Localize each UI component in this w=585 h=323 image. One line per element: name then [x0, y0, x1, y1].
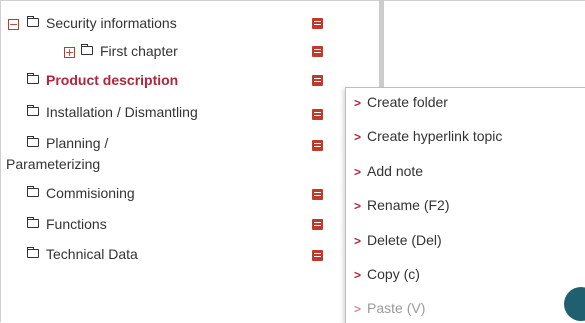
topic-tree: − Security informations + First chapter …: [0, 0, 376, 322]
menu-item-create-hyperlink-topic[interactable]: > Create hyperlink topic: [354, 126, 502, 146]
chevron-right-icon: >: [354, 96, 362, 110]
content-pane: [384, 0, 585, 90]
tree-item-label: Technical Data: [46, 246, 138, 262]
folder-icon: [81, 44, 93, 55]
chevron-right-icon: >: [354, 302, 362, 316]
menu-item-rename[interactable]: > Rename (F2): [354, 195, 449, 215]
tree-item-label: Planning /: [46, 135, 109, 151]
menu-item-delete[interactable]: > Delete (Del): [354, 230, 442, 250]
item-menu-icon[interactable]: [312, 219, 323, 230]
chevron-right-icon: >: [354, 234, 362, 248]
item-menu-icon[interactable]: [312, 18, 323, 29]
item-menu-icon[interactable]: [312, 189, 323, 200]
collapse-icon[interactable]: −: [8, 19, 19, 30]
chevron-right-icon: >: [354, 199, 362, 213]
menu-item-create-folder[interactable]: > Create folder: [354, 92, 448, 112]
tree-item-label: Product description: [46, 72, 179, 88]
tree-item-installation-dismantling[interactable]: Installation / Dismantling: [6, 102, 336, 122]
chevron-right-icon: >: [354, 268, 362, 282]
tree-item-product-description[interactable]: Product description: [6, 70, 336, 90]
tree-item-security-informations[interactable]: − Security informations: [6, 13, 336, 33]
tree-item-technical-data[interactable]: Technical Data: [6, 244, 336, 264]
item-menu-icon[interactable]: [312, 46, 323, 57]
tree-item-label: First chapter: [100, 43, 178, 59]
item-menu-icon[interactable]: [312, 140, 323, 151]
tree-item-label: Security informations: [46, 15, 177, 31]
tree-item-label: Commisioning: [46, 185, 135, 201]
menu-item-copy[interactable]: > Copy (c): [354, 264, 420, 284]
item-menu-icon[interactable]: [312, 75, 323, 86]
chevron-right-icon: >: [354, 165, 362, 179]
menu-item-label: Create folder: [367, 94, 448, 110]
tree-item-label-line2: Parameterizing: [6, 156, 101, 172]
menu-item-label: Delete (Del): [367, 232, 442, 248]
context-menu: > Create folder > Create hyperlink topic >…: [345, 87, 585, 323]
menu-item-label: Rename (F2): [367, 197, 450, 213]
folder-icon: [27, 186, 39, 197]
tree-item-label: Installation / Dismantling: [46, 104, 198, 120]
folder-icon: [27, 105, 39, 116]
menu-item-label: Paste (V): [367, 300, 426, 316]
tree-item-planning-parameterizing[interactable]: Planning / Parameterizing: [6, 133, 336, 175]
tree-item-label: Functions: [46, 216, 107, 232]
item-menu-icon[interactable]: [312, 109, 323, 120]
folder-icon: [27, 247, 39, 258]
menu-item-label: Create hyperlink topic: [367, 128, 503, 144]
chevron-right-icon: >: [354, 130, 362, 144]
item-menu-icon[interactable]: [312, 250, 323, 261]
menu-item-paste[interactable]: > Paste (V): [354, 298, 425, 318]
tree-item-commisioning[interactable]: Commisioning: [6, 183, 336, 203]
folder-icon: [27, 217, 39, 228]
folder-icon: [27, 73, 39, 84]
tree-item-functions[interactable]: Functions: [6, 214, 336, 234]
menu-item-label: Copy (c): [367, 266, 420, 282]
folder-icon: [27, 136, 39, 147]
tree-item-first-chapter[interactable]: + First chapter: [6, 41, 336, 61]
expand-icon[interactable]: +: [64, 47, 75, 58]
folder-icon: [27, 16, 39, 27]
menu-item-add-note[interactable]: > Add note: [354, 161, 423, 181]
menu-item-label: Add note: [367, 163, 424, 179]
